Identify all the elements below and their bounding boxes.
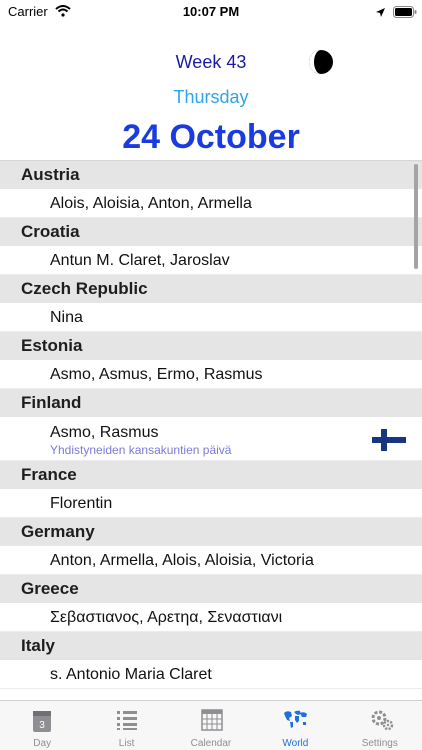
tab-calendar[interactable]: Calendar xyxy=(169,701,253,750)
battery-icon xyxy=(393,5,417,23)
finland-holiday-note: Yhdistyneiden kansakuntien päivä xyxy=(50,443,232,457)
name-row-czech-republic[interactable]: Nina xyxy=(0,303,422,332)
tab-list-label: List xyxy=(118,738,135,749)
tab-world[interactable]: World xyxy=(253,701,337,750)
name-row-austria[interactable]: Alois, Aloisia, Anton, Armella xyxy=(0,189,422,218)
name-day-list[interactable]: Austria Alois, Aloisia, Anton, Armella C… xyxy=(0,160,422,700)
status-bar: Carrier 10:07 PM xyxy=(0,0,422,24)
tab-settings[interactable]: Settings xyxy=(338,701,422,750)
country-header-france: France xyxy=(0,461,422,489)
country-header-czech-republic: Czech Republic xyxy=(0,275,422,303)
calendar-day-icon: 3 xyxy=(32,709,52,738)
tab-calendar-label: Calendar xyxy=(190,738,232,749)
name-row-germany[interactable]: Anton, Armella, Alois, Aloisia, Victoria xyxy=(0,546,422,575)
tab-bar: 3 Day List Calendar World Settings xyxy=(0,700,422,750)
name-row-croatia[interactable]: Antun M. Claret, Jaroslav xyxy=(0,246,422,275)
name-row-estonia[interactable]: Asmo, Asmus, Ermo, Rasmus xyxy=(0,360,422,389)
location-arrow-icon xyxy=(375,5,386,23)
gear-icon xyxy=(370,709,394,736)
finland-names: Asmo, Rasmus xyxy=(50,424,159,441)
finland-flag-icon xyxy=(372,429,406,456)
date-title: 24 October xyxy=(122,118,300,156)
country-header-italy: Italy xyxy=(0,632,422,660)
tab-day[interactable]: 3 Day xyxy=(0,701,84,750)
country-header-germany: Germany xyxy=(0,518,422,546)
tab-world-label: World xyxy=(282,738,309,749)
tab-list[interactable]: List xyxy=(84,701,168,750)
list-scrollbar[interactable] xyxy=(414,164,418,269)
country-header-greece: Greece xyxy=(0,575,422,603)
tab-settings-label: Settings xyxy=(361,738,398,749)
country-header-croatia: Croatia xyxy=(0,218,422,246)
country-header-austria: Austria xyxy=(0,161,422,189)
name-row-greece[interactable]: Σεβαστιανος, Αρετηα, Σεναστιανι xyxy=(0,603,422,632)
name-row-italy[interactable]: s. Antonio Maria Claret xyxy=(0,660,422,689)
tab-day-label: Day xyxy=(33,738,52,749)
country-header-estonia: Estonia xyxy=(0,332,422,360)
clock-time: 10:07 PM xyxy=(182,4,240,19)
moon-phase-icon xyxy=(308,49,334,80)
country-header-finland: Finland xyxy=(0,389,422,417)
world-map-icon xyxy=(284,709,308,734)
name-row-finland[interactable]: Asmo, Rasmus Yhdistyneiden kansakuntien … xyxy=(0,417,422,461)
list-icon xyxy=(116,709,138,736)
date-header: Week 43 Thursday 24 October xyxy=(0,40,422,160)
name-row-france[interactable]: Florentin xyxy=(0,489,422,518)
svg-text:3: 3 xyxy=(39,720,45,731)
calendar-grid-icon xyxy=(201,709,223,736)
weekday-label: Thursday xyxy=(173,87,249,107)
week-number: Week 43 xyxy=(175,52,247,72)
